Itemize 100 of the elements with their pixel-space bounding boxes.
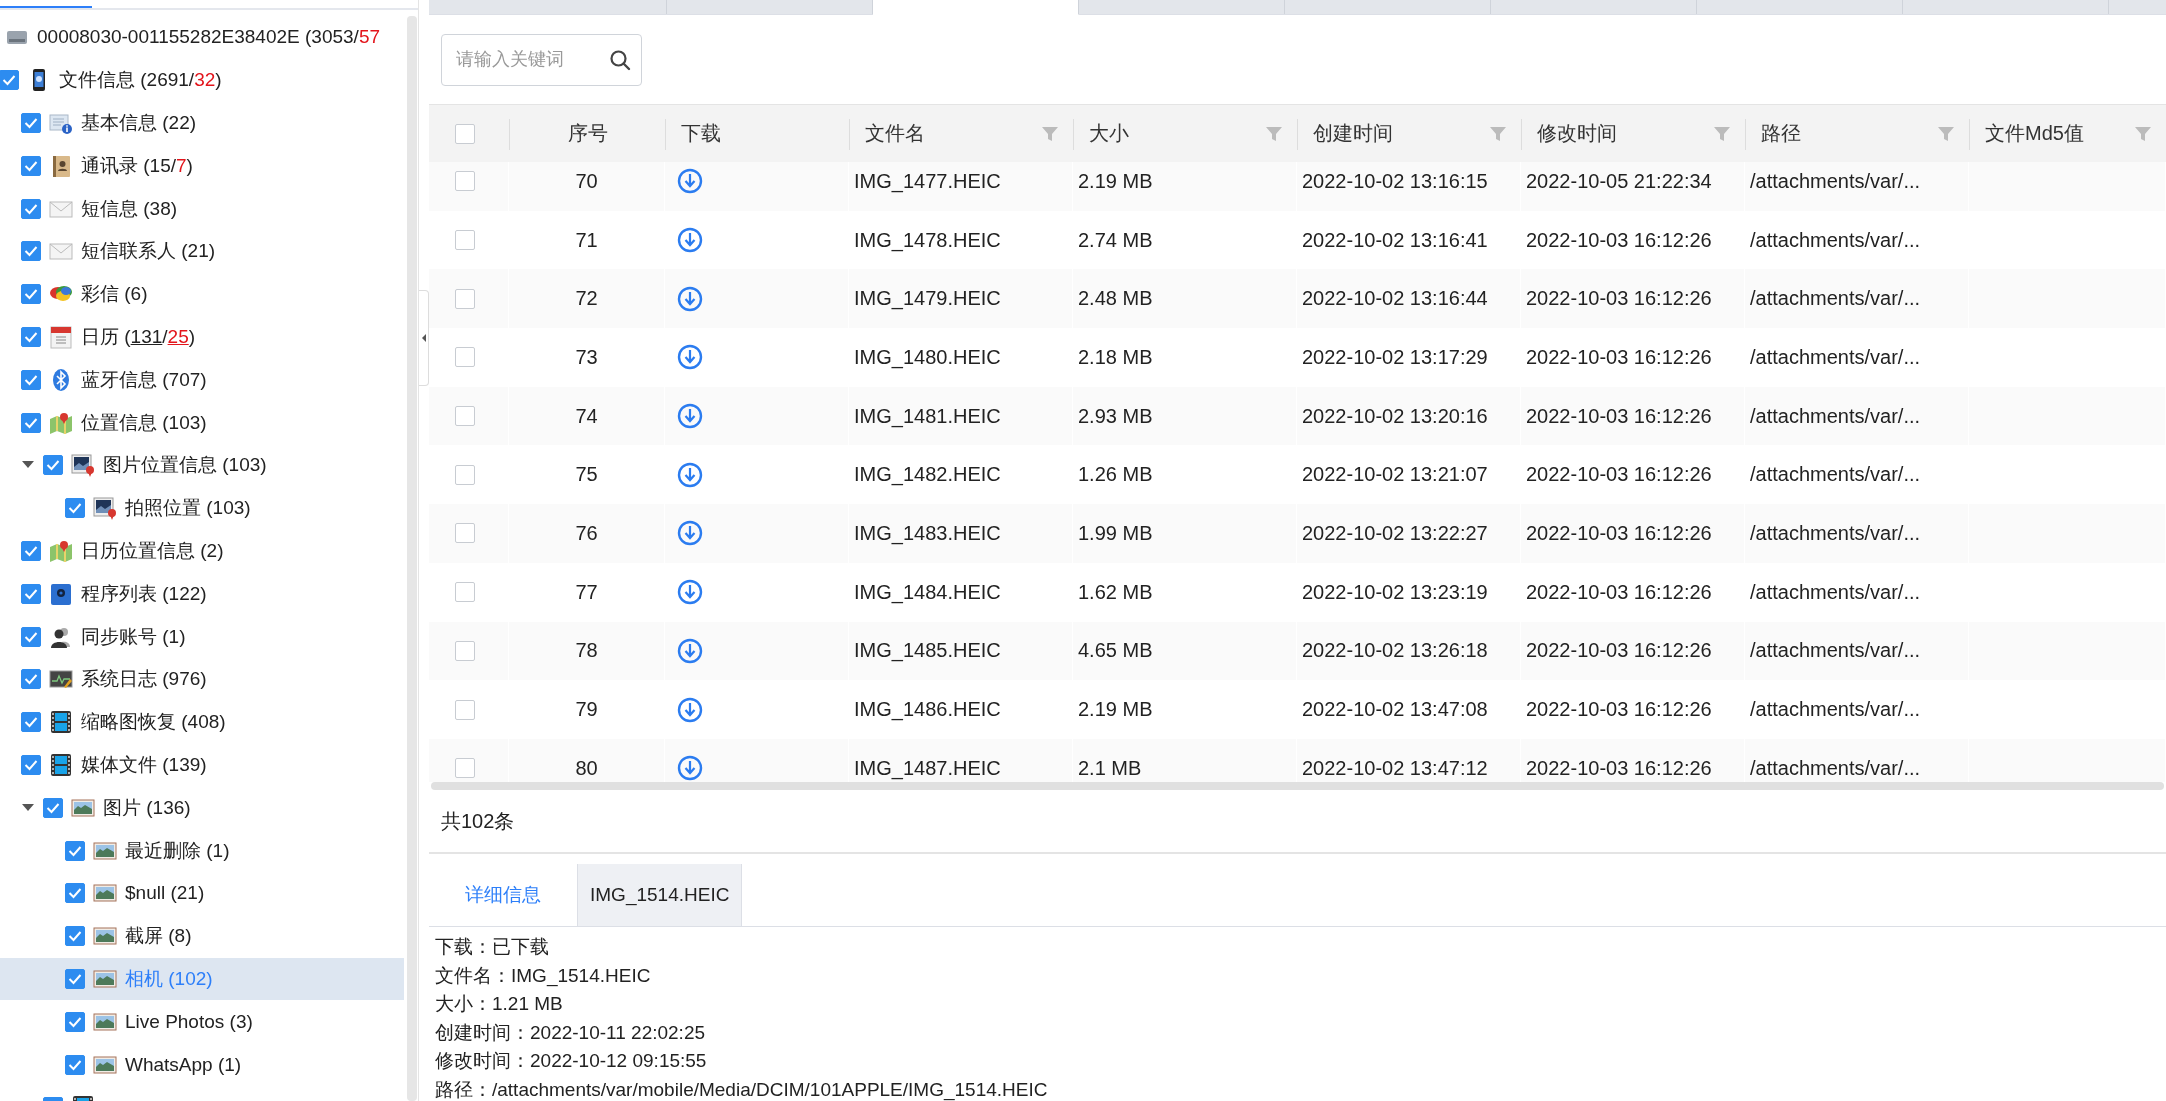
checkbox[interactable]	[454, 758, 475, 779]
tree-item[interactable]: 短信息 (38)	[81, 195, 178, 222]
tree-item[interactable]: 拍照位置 (103)	[125, 495, 251, 522]
filter-icon[interactable]	[1713, 124, 1731, 143]
download-icon[interactable]	[677, 227, 703, 254]
column-header[interactable]: 创建时间	[1313, 120, 1393, 147]
checkbox[interactable]	[21, 113, 41, 133]
checkbox[interactable]	[21, 241, 41, 262]
tree-item[interactable]: 通讯录 (15/7)	[81, 152, 193, 179]
column-header[interactable]: 下载	[681, 120, 721, 147]
checkbox[interactable]	[65, 1054, 85, 1075]
tree-item[interactable]: 蓝牙信息 (707)	[81, 366, 207, 393]
download-icon[interactable]	[677, 403, 703, 430]
tree-item[interactable]: 日历位置信息 (2)	[81, 537, 224, 564]
checkbox[interactable]	[21, 626, 41, 647]
checkbox[interactable]	[21, 669, 41, 690]
tree-item[interactable]: WhatsApp (1)	[125, 1053, 242, 1076]
checkbox[interactable]	[21, 540, 41, 561]
tree-item[interactable]: 彩信 (6)	[81, 281, 148, 308]
search-input[interactable]: 请输入关键词	[454, 48, 609, 71]
checkbox[interactable]	[65, 968, 85, 989]
column-header[interactable]: 路径	[1761, 120, 1801, 147]
download-icon[interactable]	[677, 696, 703, 723]
filter-icon[interactable]	[1937, 124, 1955, 143]
checkbox[interactable]	[21, 284, 41, 305]
tree-item[interactable]: 短信联系人 (21)	[81, 238, 216, 265]
tree-item[interactable]: 截屏 (8)	[125, 923, 192, 950]
checkbox[interactable]	[21, 326, 41, 347]
download-icon[interactable]	[677, 168, 703, 195]
checkbox[interactable]	[454, 171, 475, 192]
checkbox[interactable]	[65, 840, 85, 861]
table-cell: 2022-10-02 13:16:15	[1302, 169, 1488, 193]
search-icon[interactable]	[609, 48, 631, 71]
table-cell: 75	[575, 463, 598, 487]
table-cell: /attachments/var/...	[1750, 756, 1921, 780]
checkbox[interactable]	[454, 347, 475, 368]
column-header[interactable]: 序号	[568, 120, 608, 147]
checkbox[interactable]	[43, 797, 63, 818]
tree-item[interactable]: 程序列表 (122)	[81, 580, 207, 607]
checkbox[interactable]	[454, 523, 475, 544]
checkbox[interactable]	[65, 883, 85, 904]
download-icon[interactable]	[677, 520, 703, 547]
horizontal-scrollbar[interactable]	[431, 782, 2164, 790]
checkbox[interactable]	[65, 1011, 85, 1032]
tree-item[interactable]: 系统日志 (976)	[81, 666, 207, 693]
tree-item[interactable]: 日历 (131/25)	[81, 323, 196, 350]
checkbox[interactable]	[21, 155, 41, 176]
collapse-handle[interactable]	[419, 290, 429, 386]
checkbox[interactable]	[21, 712, 41, 733]
checkbox[interactable]	[454, 582, 475, 603]
search-field[interactable]: 请输入关键词	[441, 33, 642, 86]
checkbox[interactable]	[454, 464, 475, 485]
column-header[interactable]: 文件Md5值	[1985, 120, 2084, 147]
checkbox[interactable]	[0, 70, 19, 91]
checkbox[interactable]	[21, 754, 41, 775]
vertical-scrollbar[interactable]	[407, 16, 417, 1101]
tree-item[interactable]: 文件信息 (2691/32)	[59, 67, 222, 94]
checkbox[interactable]	[65, 926, 85, 947]
column-header[interactable]: 修改时间	[1537, 120, 1617, 147]
download-icon[interactable]	[677, 344, 703, 371]
column-header[interactable]: 大小	[1089, 120, 1129, 147]
tree-item[interactable]: 缩略图恢复 (408)	[81, 709, 226, 736]
filter-icon[interactable]	[1489, 124, 1507, 143]
checkbox[interactable]	[21, 583, 41, 604]
checkbox[interactable]	[454, 230, 475, 251]
tree-item[interactable]: 图片 (136)	[103, 794, 191, 821]
download-icon[interactable]	[677, 755, 703, 782]
tree-item[interactable]: $null (21)	[125, 882, 205, 905]
tree-item[interactable]: 媒体文件 (139)	[81, 751, 207, 778]
checkbox[interactable]	[454, 640, 475, 661]
tree-item[interactable]: 00008030-001155282E38402E (3053/57	[37, 26, 381, 49]
gear-icon	[49, 581, 73, 606]
filter-icon[interactable]	[1265, 124, 1283, 143]
tab[interactable]: IMG_1514.HEIC	[577, 864, 743, 926]
table-cell: 2.19 MB	[1078, 698, 1153, 722]
tree-item[interactable]: Live Photos (3)	[125, 1010, 253, 1033]
download-icon[interactable]	[677, 285, 703, 312]
checkbox[interactable]	[21, 198, 41, 219]
checkbox[interactable]	[454, 406, 475, 427]
table-cell: 2022-10-02 13:17:29	[1302, 345, 1488, 369]
tree-item[interactable]: 位置信息 (103)	[81, 409, 207, 436]
download-icon[interactable]	[677, 579, 703, 606]
table-cell: 2022-10-03 16:12:26	[1526, 287, 1712, 311]
filter-icon[interactable]	[2134, 124, 2152, 143]
checkbox[interactable]	[454, 288, 475, 309]
filter-icon[interactable]	[1041, 124, 1059, 143]
tree-item[interactable]: 基本信息 (22)	[81, 110, 197, 136]
checkbox[interactable]	[455, 123, 475, 144]
checkbox[interactable]	[43, 455, 63, 476]
column-header[interactable]: 文件名	[865, 120, 925, 147]
tree-item[interactable]: 图片位置信息 (103)	[103, 452, 267, 479]
checkbox[interactable]	[65, 498, 85, 519]
download-icon[interactable]	[677, 461, 703, 488]
table-cell: 2.18 MB	[1078, 345, 1153, 369]
tree-item[interactable]: 最近删除 (1)	[125, 837, 230, 864]
checkbox[interactable]	[21, 412, 41, 433]
tree-item[interactable]: 同步账号 (1)	[81, 623, 186, 650]
download-icon[interactable]	[677, 637, 703, 664]
checkbox[interactable]	[21, 369, 41, 390]
checkbox[interactable]	[454, 699, 475, 720]
